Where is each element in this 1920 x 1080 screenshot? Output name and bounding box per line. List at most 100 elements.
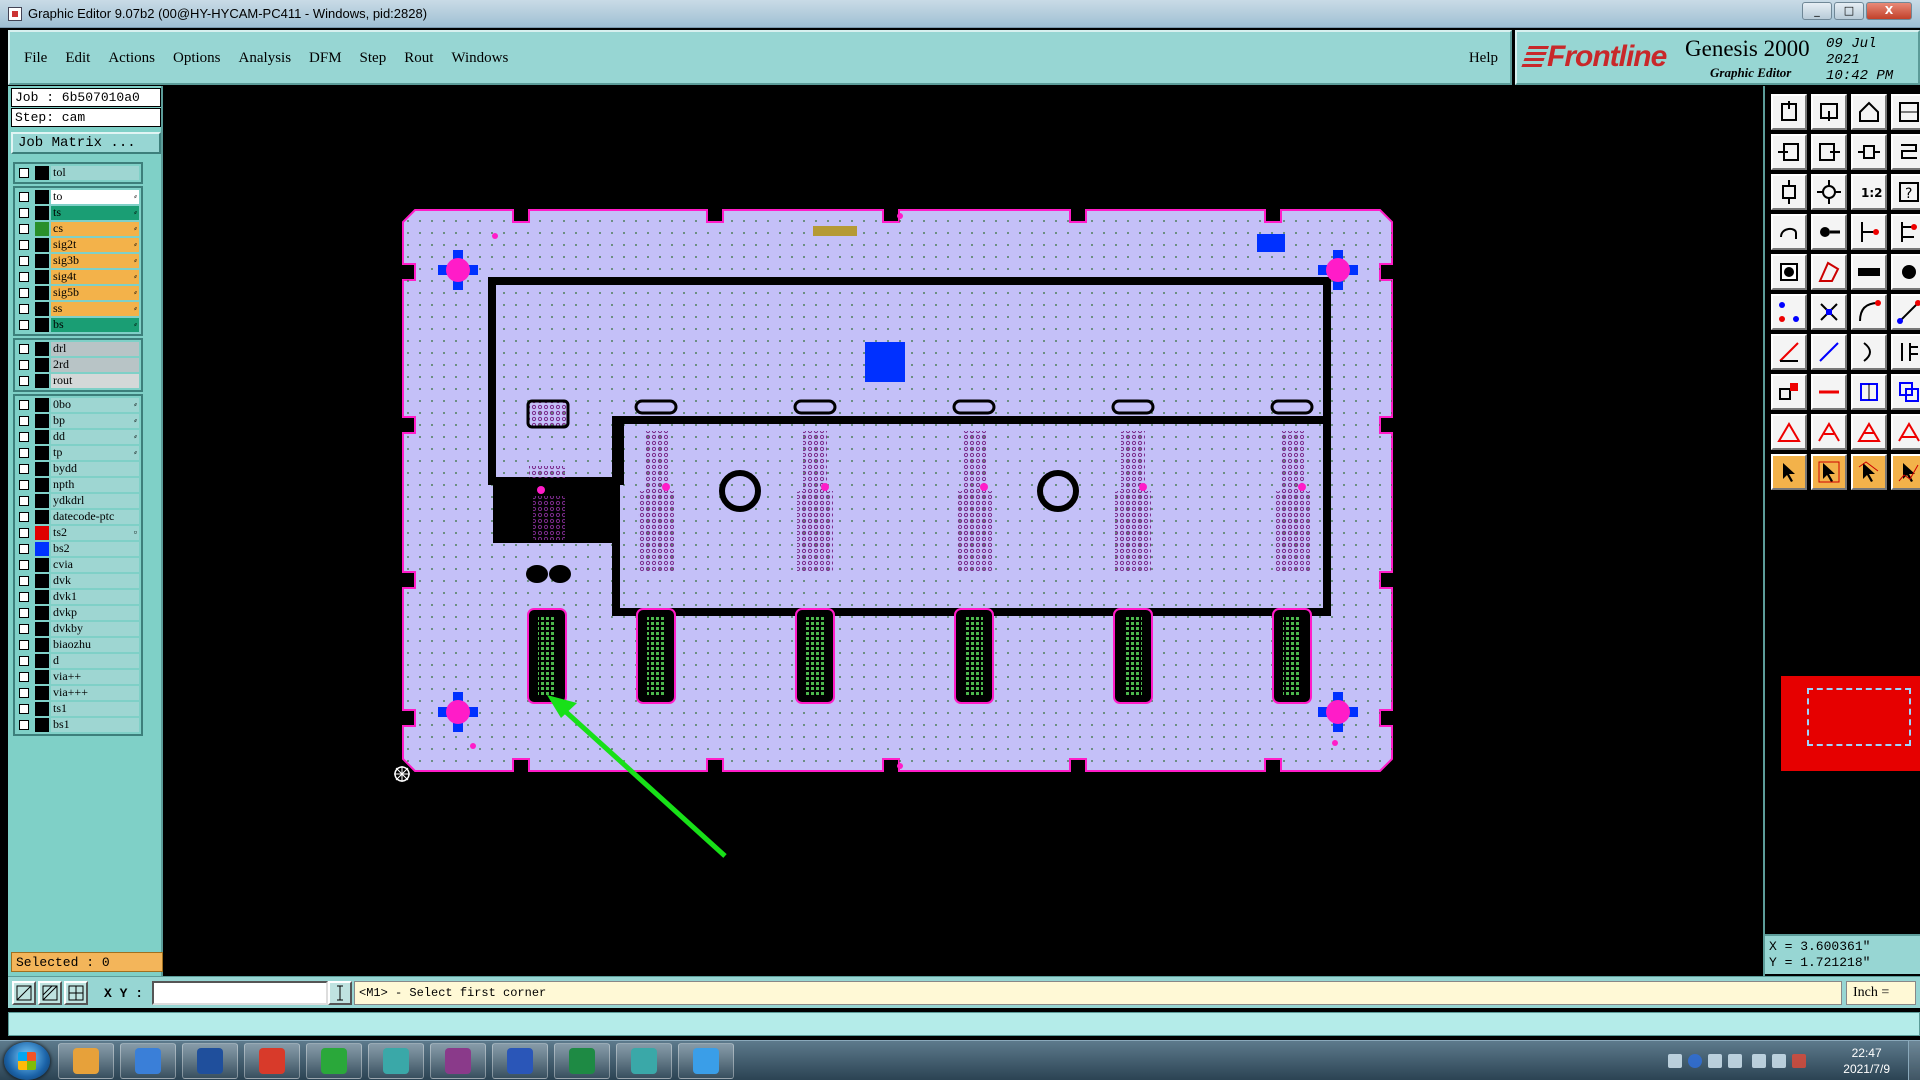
units-selector[interactable]: Inch =: [1846, 981, 1916, 1005]
minimize-button[interactable]: _: [1802, 2, 1832, 20]
layer-color-swatch[interactable]: [35, 318, 49, 332]
pan-left-tool-button[interactable]: [1771, 134, 1807, 170]
layer-color-swatch[interactable]: [35, 622, 49, 636]
fit-all-tool-button[interactable]: [1811, 174, 1847, 210]
layer-color-swatch[interactable]: [35, 398, 49, 412]
refresh-app-taskbar-button[interactable]: [244, 1043, 300, 1079]
menu-step[interactable]: Step: [360, 50, 387, 67]
cursor-toggle-icon[interactable]: [328, 981, 352, 1005]
pan-bidir-tool-button[interactable]: [1851, 134, 1887, 170]
layer-row[interactable]: bs2: [15, 541, 141, 557]
layer-name[interactable]: bp: [51, 414, 139, 428]
excel-taskbar-button[interactable]: [554, 1043, 610, 1079]
layer-name[interactable]: sig3b: [51, 254, 139, 268]
layer-checkbox[interactable]: [19, 704, 29, 714]
layer-color-swatch[interactable]: [35, 238, 49, 252]
layer-checkbox[interactable]: [19, 256, 29, 266]
layer-name[interactable]: npth: [51, 478, 139, 492]
layer-row[interactable]: 0bo: [15, 397, 141, 413]
layer-checkbox[interactable]: [19, 576, 29, 586]
layer-row[interactable]: via++: [15, 669, 141, 685]
layer-checkbox[interactable]: [19, 672, 29, 682]
menu-dfm[interactable]: DFM: [309, 50, 342, 67]
layer-name[interactable]: sig4t: [51, 270, 139, 284]
layer-checkbox[interactable]: [19, 560, 29, 570]
layer-row[interactable]: dd: [15, 429, 141, 445]
layer-name[interactable]: sig2t: [51, 238, 139, 252]
home-tool-button[interactable]: [1851, 94, 1887, 130]
layer-color-swatch[interactable]: [35, 718, 49, 732]
draw-line-tool-button[interactable]: [1771, 334, 1807, 370]
xy-input[interactable]: [152, 981, 328, 1005]
folder-taskbar-button[interactable]: [58, 1043, 114, 1079]
layer-color-swatch[interactable]: [35, 638, 49, 652]
layer-name[interactable]: cvia: [51, 558, 139, 572]
layer-color-swatch[interactable]: [35, 654, 49, 668]
word-taskbar-button[interactable]: [492, 1043, 548, 1079]
layer-checkbox[interactable]: [19, 416, 29, 426]
layer-checkbox[interactable]: [19, 288, 29, 298]
tray-flag-icon[interactable]: [1792, 1054, 1806, 1068]
layer-row[interactable]: bydd: [15, 461, 141, 477]
layer-checkbox[interactable]: [19, 528, 29, 538]
layer-color-swatch[interactable]: [35, 254, 49, 268]
add-pad-tool-button[interactable]: [1771, 374, 1807, 410]
layer-checkbox[interactable]: [19, 480, 29, 490]
node-tool-button[interactable]: [1771, 294, 1807, 330]
tray-help-icon[interactable]: [1688, 1054, 1702, 1068]
layer-checkbox[interactable]: [19, 432, 29, 442]
triangle-b-tool-button[interactable]: [1851, 414, 1887, 450]
layer-row[interactable]: bs: [15, 317, 141, 333]
layer-row[interactable]: cvia: [15, 557, 141, 573]
layer-checkbox[interactable]: [19, 544, 29, 554]
pads-app-taskbar-button[interactable]: [306, 1043, 362, 1079]
tray-settings-icon[interactable]: [1708, 1054, 1722, 1068]
layer-name[interactable]: d: [51, 654, 139, 668]
layer-checkbox[interactable]: [19, 304, 29, 314]
layer-color-swatch[interactable]: [35, 358, 49, 372]
layer-name[interactable]: via+++: [51, 686, 139, 700]
layer-row[interactable]: ydkdrl: [15, 493, 141, 509]
fit-vertical-tool-button[interactable]: [1771, 174, 1807, 210]
layer-checkbox[interactable]: [19, 192, 29, 202]
grid-snap-icon[interactable]: [38, 981, 62, 1005]
layer-checkbox[interactable]: [19, 656, 29, 666]
layer-row[interactable]: dvkby: [15, 621, 141, 637]
layer-row[interactable]: rout: [15, 373, 141, 389]
triangle-a-tool-button[interactable]: [1811, 414, 1847, 450]
layer-row[interactable]: sig3b: [15, 253, 141, 269]
menu-edit[interactable]: Edit: [65, 50, 90, 67]
layer-name[interactable]: ts2: [51, 526, 139, 540]
layer-color-swatch[interactable]: [35, 670, 49, 684]
layer-color-swatch[interactable]: [35, 342, 49, 356]
cross-tool-button[interactable]: [1811, 294, 1847, 330]
tray-keyboard-icon[interactable]: [1668, 1054, 1682, 1068]
layer-row[interactable]: ts2: [15, 525, 141, 541]
select-poly-tool-button[interactable]: [1851, 454, 1887, 490]
layer-row[interactable]: d: [15, 653, 141, 669]
layer-row[interactable]: tol: [15, 165, 141, 181]
menu-analysis[interactable]: Analysis: [239, 50, 292, 67]
layer-checkbox[interactable]: [19, 640, 29, 650]
help-tool-button[interactable]: ?: [1891, 174, 1920, 210]
layer-checkbox[interactable]: [19, 512, 29, 522]
layer-color-swatch[interactable]: [35, 478, 49, 492]
layer-color-swatch[interactable]: [35, 494, 49, 508]
polygon-tool-button[interactable]: [1811, 254, 1847, 290]
layer-color-swatch[interactable]: [35, 430, 49, 444]
layer-name[interactable]: via++: [51, 670, 139, 684]
layer-color-swatch[interactable]: [35, 222, 49, 236]
layer-checkbox[interactable]: [19, 496, 29, 506]
layer-name[interactable]: ts: [51, 206, 139, 220]
layer-checkbox[interactable]: [19, 688, 29, 698]
layer-checkbox[interactable]: [19, 344, 29, 354]
layer-row[interactable]: cs: [15, 221, 141, 237]
system-clock[interactable]: 22:47 2021/7/9: [1843, 1045, 1890, 1077]
layer-color-swatch[interactable]: [35, 190, 49, 204]
triangle-tool-button[interactable]: [1771, 414, 1807, 450]
route-alt-tool-button[interactable]: [1891, 214, 1920, 250]
select-box-tool-button[interactable]: [1811, 454, 1847, 490]
layer-color-swatch[interactable]: [35, 414, 49, 428]
x-app-taskbar-button[interactable]: [430, 1043, 486, 1079]
keyboard-tool-button[interactable]: [1851, 254, 1887, 290]
